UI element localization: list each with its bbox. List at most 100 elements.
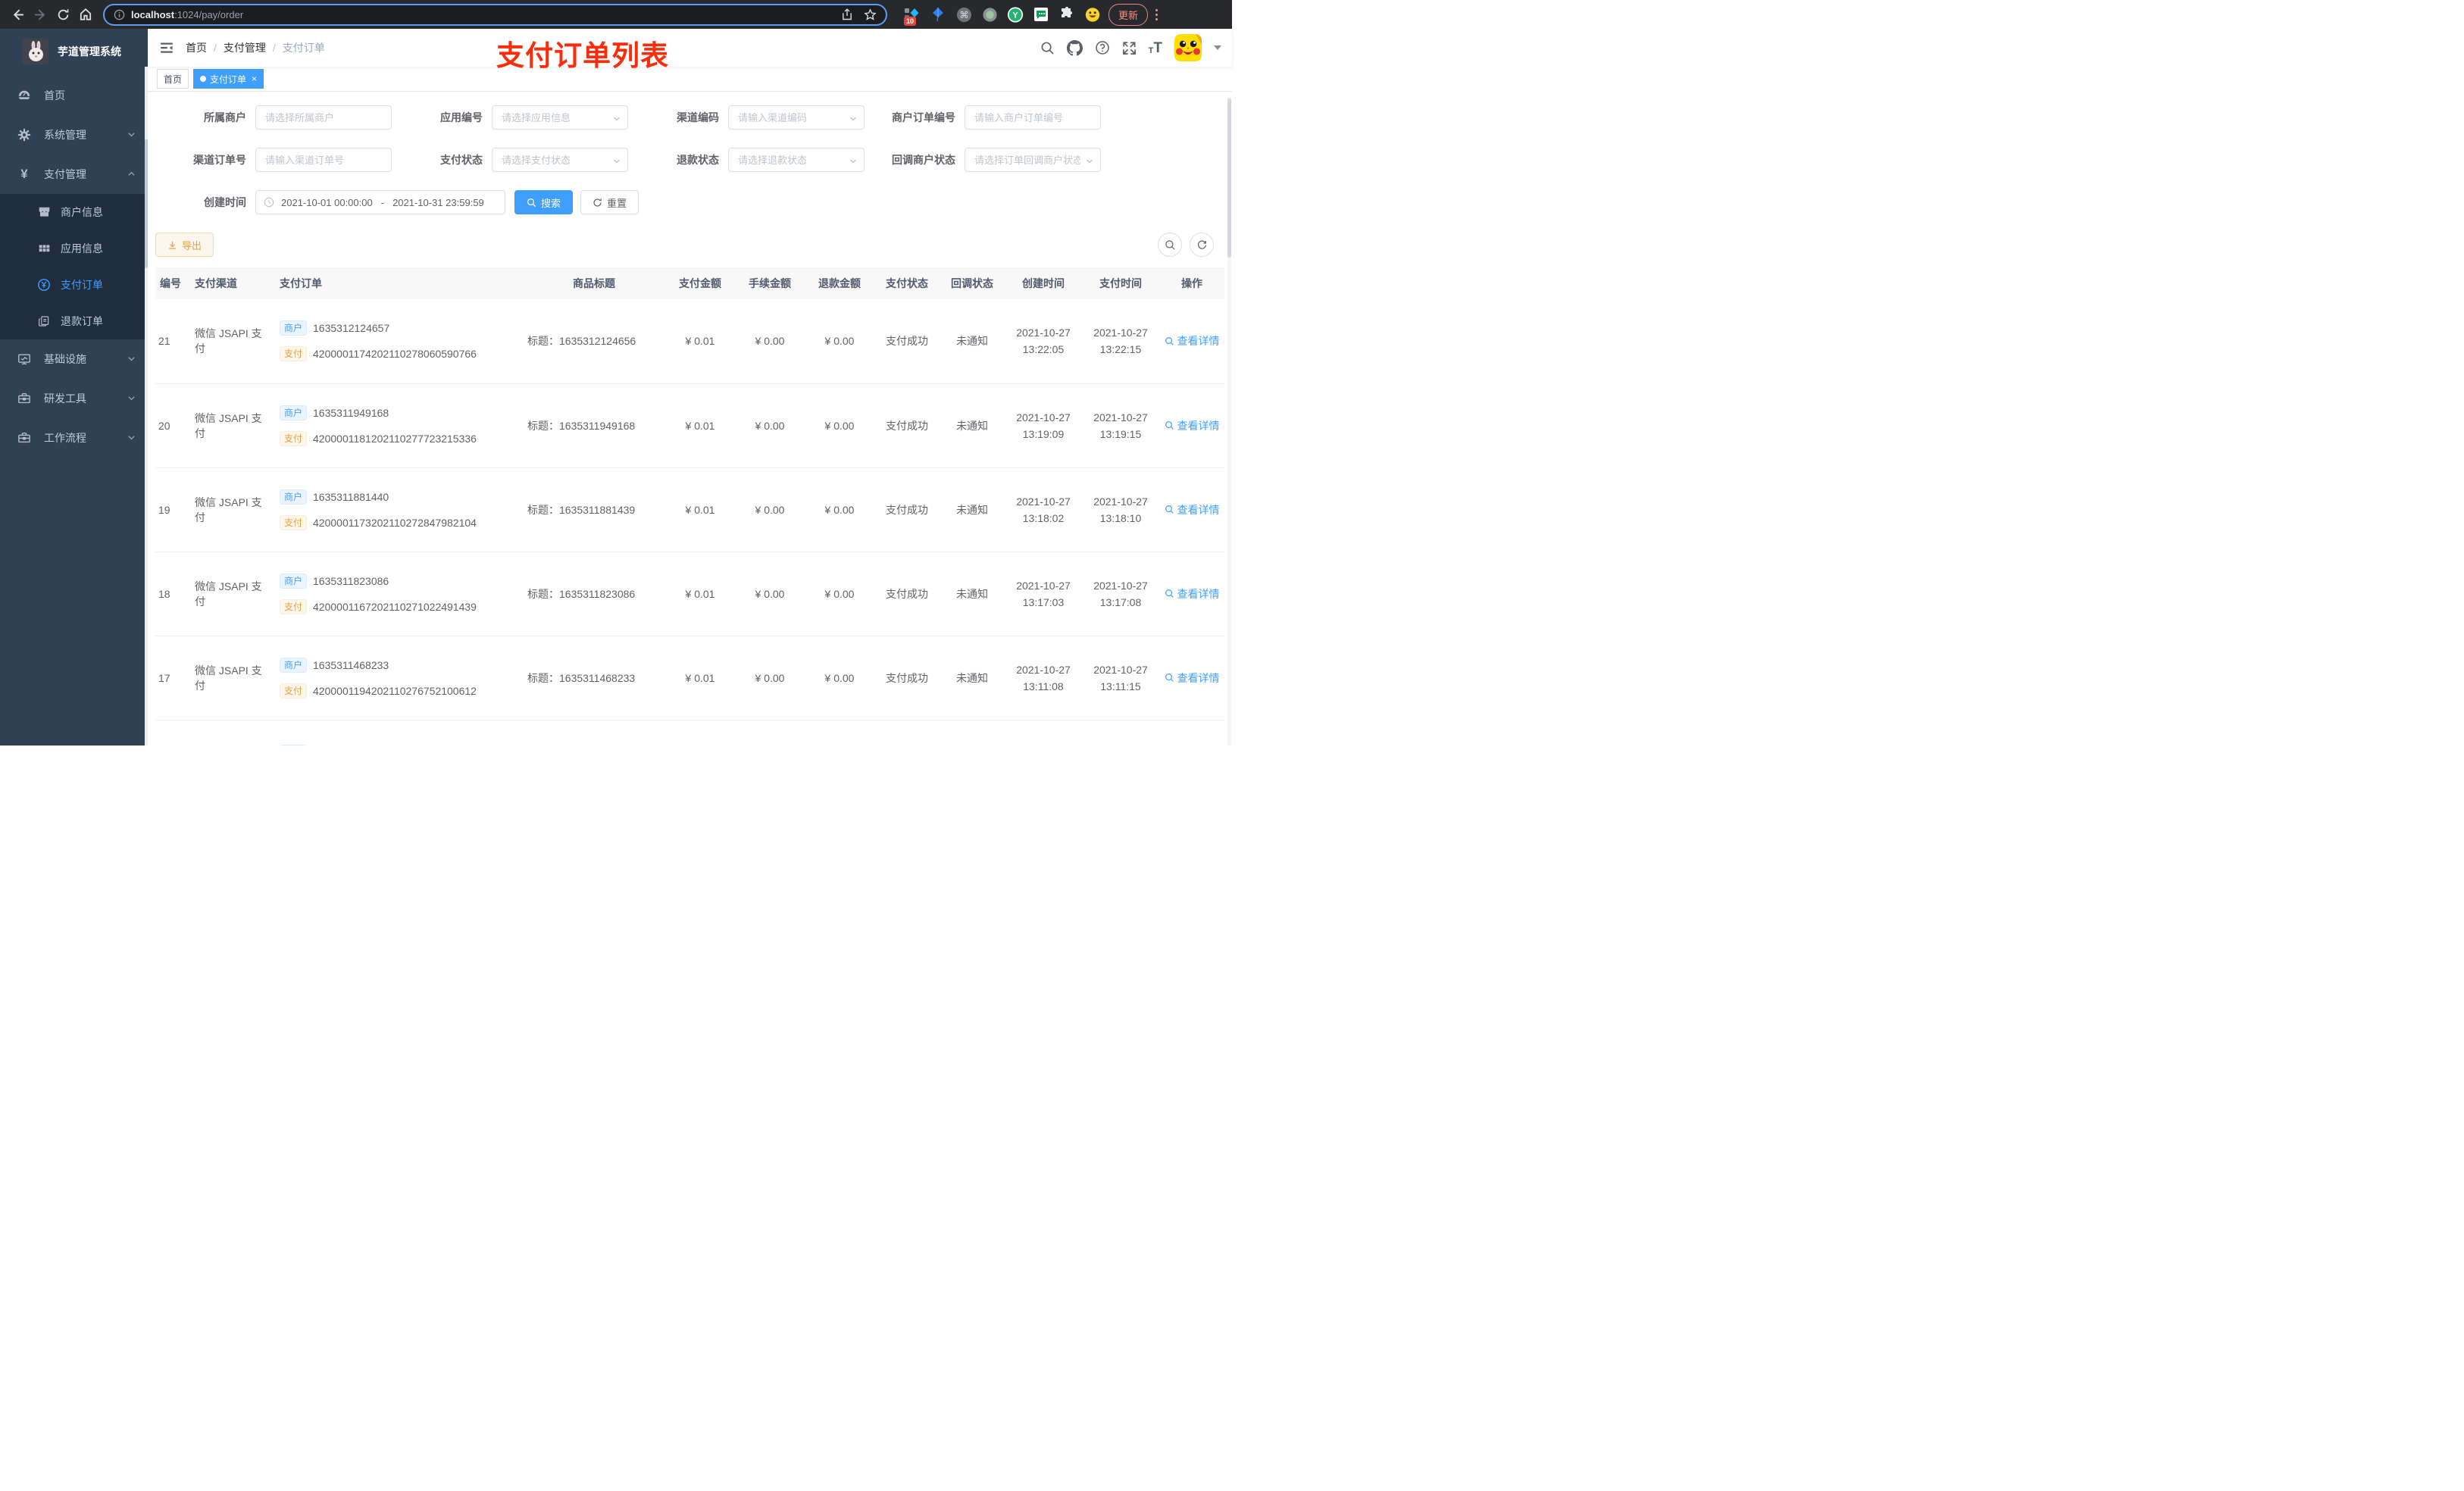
sidebar-item-pay-order[interactable]: 支付订单 [0,267,148,303]
refresh-icon [1197,239,1206,249]
sidebar-item-payment[interactable]: ¥ 支付管理 [0,155,148,194]
fullscreen-icon[interactable] [1122,41,1137,55]
url-bar[interactable]: localhost:1024/pay/order [103,3,887,26]
font-size-icon[interactable]: TT [1149,41,1162,55]
dashboard-icon [17,89,32,102]
pay-channel: 微信 JSAPI 支付 [190,383,275,468]
sidebar-logo[interactable]: 芋道管理系统 [0,29,148,67]
help-icon[interactable] [1095,40,1110,55]
notify-status: 未通知 [940,636,1005,720]
navbar-actions: TT [1040,34,1232,61]
paid-time-cell: 2021-10-27 13:19:15 [1082,383,1159,468]
tag-close-icon[interactable]: × [252,73,257,84]
extension-command[interactable]: ⌘ [955,6,972,23]
extension-kite[interactable] [930,6,946,23]
sidebar-item-system[interactable]: 系统管理 [0,115,148,155]
action-cell: 查看详情 [1159,552,1224,636]
date-range-picker[interactable]: 2021-10-01 00:00:00 - 2021-10-31 23:59:5… [255,190,505,214]
refresh-table-button[interactable] [1190,233,1214,257]
avatar-caret-icon[interactable] [1214,45,1221,50]
pay-badge: 支付 [280,430,308,446]
sidebar-item-dev-tools[interactable]: 研发工具 [0,379,148,418]
sidebar-item-label: 支付管理 [44,168,86,180]
refund-status-select[interactable] [728,148,865,172]
user-avatar[interactable] [1174,34,1202,61]
breadcrumb-pay-mgmt[interactable]: 支付管理 [224,40,266,55]
extension-grey-circle[interactable] [981,6,998,23]
fee-amount: ¥ 0.00 [735,299,805,384]
tag-home[interactable]: 首页 [157,69,189,89]
bookmark-star-icon[interactable] [864,8,877,21]
sidebar-toggle-button[interactable] [148,29,186,67]
pay-badge: 支付 [280,514,308,530]
sidebar-item-label: 商户信息 [61,206,103,218]
browser-home-button[interactable] [74,3,97,26]
merchant-order-no-input[interactable] [965,105,1101,130]
sidebar-item-refund-order[interactable]: 退款订单 [0,303,148,339]
table-body: 21 微信 JSAPI 支付 商户 1635312124657 支付 42000… [155,299,1224,720]
view-detail-link[interactable]: 查看详情 [1165,333,1220,349]
forward-icon [34,8,45,20]
pay-status-select[interactable] [492,148,628,172]
col-created: 创建时间 [1005,267,1082,299]
pay-badge: 支付 [280,683,308,699]
filter-channel-order-no: 渠道订单号 [155,148,392,172]
browser-back-button[interactable] [6,3,29,26]
search-button[interactable]: 搜索 [514,190,574,214]
view-detail-link[interactable]: 查看详情 [1165,586,1220,602]
search-icon[interactable] [1040,41,1055,55]
share-icon[interactable] [841,8,853,20]
filter-merchant-order-no: 商户订单编号 [865,105,1101,130]
site-info-icon[interactable] [114,9,125,20]
sidebar-item-label: 退款订单 [61,315,103,327]
tag-pay-order[interactable]: 支付订单 × [193,69,264,89]
reset-button[interactable]: 重置 [580,190,639,214]
notify-status: 未通知 [940,467,1005,552]
chevron-down-icon [127,353,136,365]
channel-order-no-input[interactable] [255,148,392,172]
browser-reload-button[interactable] [52,3,74,26]
app-id-select[interactable] [492,105,628,130]
breadcrumb-home[interactable]: 首页 [186,40,207,55]
github-icon[interactable] [1066,39,1083,56]
url-path: :1024/pay/order [174,8,244,20]
filter-create-time: 创建时间 [204,196,246,208]
export-button[interactable]: 导出 [155,233,214,257]
chevron-down-icon [127,392,136,405]
sidebar-item-infrastructure[interactable]: 基础设施 [0,339,148,379]
created-time-cell: 2021-10-27 13:11:08 [1005,636,1082,720]
pikachu-avatar-icon [1174,34,1202,61]
download-icon [169,241,176,249]
browser-update-button[interactable]: 更新 [1108,3,1149,26]
browser-menu-button[interactable] [1155,8,1159,20]
toggle-search-button[interactable] [1158,233,1182,257]
notify-status: 未通知 [940,383,1005,468]
table-body-partial: 商户 1635311354796 [155,720,1224,746]
sidebar-item-app-info[interactable]: 应用信息 [0,230,148,267]
merchant-order-number: 1635312124657 [313,322,390,335]
merchant-input[interactable] [255,105,392,130]
channel-code-select[interactable] [728,105,865,130]
browser-forward-button[interactable] [29,3,52,26]
back-icon [13,8,23,20]
extensions-row: 10 ⌘ Y [904,6,1101,26]
sidebar-item-workflow[interactable]: 工作流程 [0,418,148,458]
chevron-down-icon [127,129,136,141]
view-detail-link[interactable]: 查看详情 [1165,502,1220,517]
sidebar-item-home[interactable]: 首页 [0,76,148,115]
page-scrollbar[interactable] [1227,97,1231,746]
refresh-icon [593,198,602,207]
extensions-puzzle-button[interactable] [1058,6,1075,23]
action-cell: 查看详情 [1159,467,1224,552]
view-detail-link[interactable]: 查看详情 [1165,418,1220,433]
extension-blue-diamond[interactable]: 10 [904,6,921,26]
browser-profile-avatar[interactable] [1084,6,1101,23]
view-detail-link[interactable]: 查看详情 [1165,670,1220,686]
extension-chat[interactable] [1033,6,1049,23]
notify-status-select[interactable] [965,148,1101,172]
sidebar-item-merchant-info[interactable]: 商户信息 [0,194,148,230]
extension-y-green[interactable]: Y [1007,6,1024,23]
page-scrollbar-thumb[interactable] [1227,98,1231,258]
pay-order-cell: 商户 1635311468233 支付 42000011942021102767… [275,636,523,720]
paid-time-cell: 2021-10-27 13:18:10 [1082,467,1159,552]
